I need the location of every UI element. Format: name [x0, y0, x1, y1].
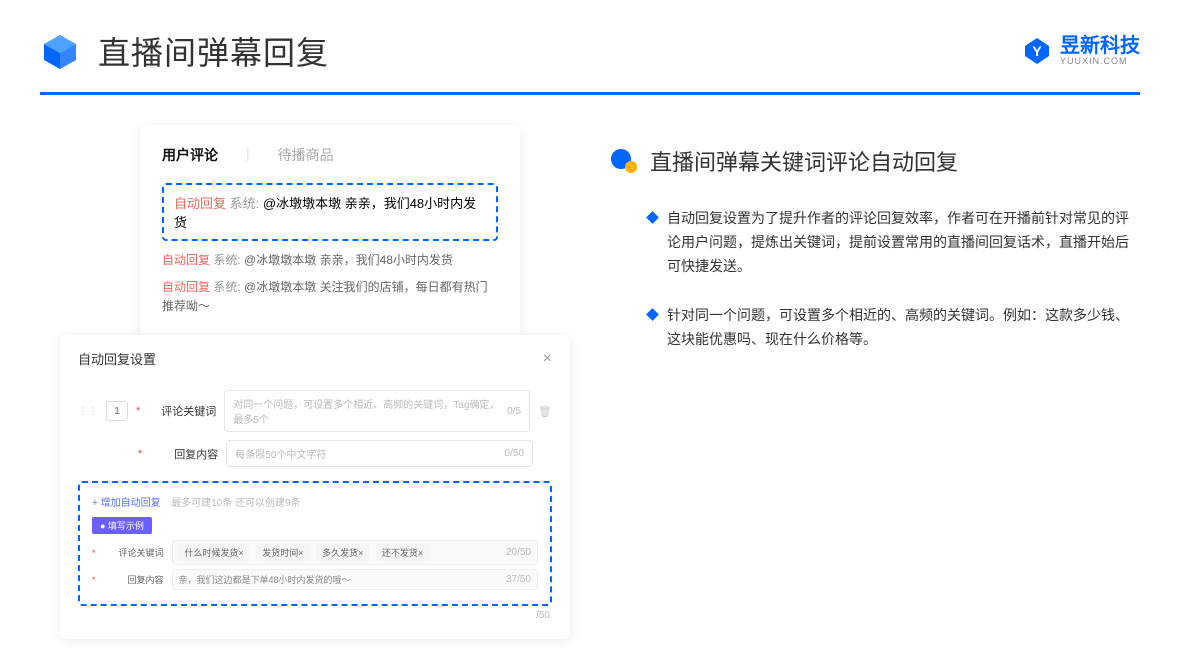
brand-name: 昱新科技	[1060, 35, 1140, 57]
page-title: 直播间弹幕回复	[98, 28, 329, 74]
screenshots-column: 用户评论 | 待播商品 自动回复 系统: @冰墩墩本墩 亲亲，我们48小时内发货…	[60, 125, 570, 445]
comment-item: 自动回复 系统: @冰墩墩本墩 亲亲，我们48小时内发货	[162, 251, 498, 270]
svg-text:Y: Y	[1032, 43, 1042, 59]
reply-count: 0/50	[505, 448, 524, 459]
example-keyword-row: * 评论关键词 什么时候发货× 发货时间× 多久发货× 还不发货× 20/50	[92, 540, 538, 565]
section-title: 直播间弹幕关键词评论自动回复	[650, 145, 958, 177]
header: 直播间弹幕回复 Y 昱新科技 YUUXIN.COM	[0, 0, 1180, 74]
auto-reply-tag: 自动回复	[174, 196, 226, 211]
example-reply-text: 亲，我们这边都是下单48小时内发货的哦～	[179, 573, 351, 586]
example-reply-row: * 回复内容 亲，我们这边都是下单48小时内发货的哦～ 37/50	[92, 569, 538, 590]
bullet-item: 自动回复设置为了提升作者的评论回复效率，作者可在开播前针对常见的评论用户问题，提…	[610, 207, 1140, 278]
description-column: 直播间弹幕关键词评论自动回复 自动回复设置为了提升作者的评论回复效率，作者可在开…	[610, 125, 1140, 445]
keyword-input[interactable]: 对同一个问题，可设置多个相近、高频的关键词，Tag确定，最多5个 0/5	[224, 390, 530, 432]
example-reply-count: 37/50	[506, 574, 531, 585]
keyword-tag[interactable]: 什么时候发货×	[179, 544, 250, 561]
section-header: 直播间弹幕关键词评论自动回复	[610, 145, 1140, 177]
tab-pending-products[interactable]: 待播商品	[278, 145, 334, 165]
input-placeholder: 每条限50个中文字符	[235, 446, 326, 461]
outer-count: /50	[78, 606, 552, 621]
auto-reply-tag: 自动回复	[162, 280, 210, 294]
highlighted-comment: 自动回复 系统: @冰墩墩本墩 亲亲，我们48小时内发货	[162, 183, 498, 241]
bullet-item: 针对同一个问题，可设置多个相近的、高频的关键词。例如：这款多少钱、这块能优惠吗、…	[610, 304, 1140, 352]
required-star: *	[136, 405, 140, 417]
tab-separator: |	[246, 145, 250, 165]
example-keyword-label: 评论关键词	[114, 546, 164, 559]
required-star: *	[138, 448, 142, 460]
input-placeholder: 对同一个问题，可设置多个相近、高频的关键词，Tag确定，最多5个	[233, 396, 507, 426]
example-kw-count: 20/50	[506, 547, 531, 558]
add-auto-reply-link[interactable]: + 增加自动回复	[92, 498, 161, 509]
example-highlight-box: + 增加自动回复 最多可建10条 还可以创建9条 ● 填写示例 * 评论关键词 …	[78, 481, 552, 606]
keyword-tag[interactable]: 多久发货×	[316, 544, 369, 561]
reply-label: 回复内容	[160, 446, 218, 462]
header-left: 直播间弹幕回复	[40, 28, 329, 74]
keyword-tag[interactable]: 还不发货×	[376, 544, 429, 561]
cube-icon	[40, 31, 80, 71]
brand-logo: Y 昱新科技 YUUXIN.COM	[1022, 35, 1140, 67]
drag-handle-icon[interactable]: ⋮⋮	[78, 406, 98, 417]
example-reply-input: 亲，我们这边都是下单48小时内发货的哦～ 37/50	[172, 569, 538, 590]
system-label: 系统:	[230, 196, 260, 211]
delete-icon[interactable]: 🗑	[538, 405, 552, 418]
comments-panel: 用户评论 | 待播商品 自动回复 系统: @冰墩墩本墩 亲亲，我们48小时内发货…	[140, 125, 520, 355]
reply-input[interactable]: 每条限50个中文字符 0/50	[226, 440, 533, 467]
comments-tabs: 用户评论 | 待播商品	[162, 145, 498, 165]
required-star: *	[92, 575, 96, 585]
keyword-tag[interactable]: 发货时间×	[256, 544, 309, 561]
tab-user-comments[interactable]: 用户评论	[162, 145, 218, 165]
system-label: 系统:	[213, 253, 240, 267]
comment-item: 自动回复 系统: @冰墩墩本墩 关注我们的店铺，每日都有热门推荐呦～	[162, 278, 498, 316]
settings-title: 自动回复设置	[78, 349, 156, 368]
system-label: 系统:	[213, 280, 240, 294]
keyword-label: 评论关键词	[158, 403, 216, 419]
add-note: 最多可建10条 还可以创建9条	[171, 498, 300, 509]
example-badge: ● 填写示例	[92, 517, 152, 534]
diamond-bullet-icon	[646, 211, 659, 224]
comment-text: @冰墩墩本墩 关注我们的店铺，每日都有热门推荐呦～	[162, 280, 488, 313]
comment-text: @冰墩墩本墩 亲亲，我们48小时内发货	[244, 253, 453, 267]
example-reply-label: 回复内容	[114, 573, 164, 586]
chat-bubble-icon	[610, 147, 638, 175]
auto-reply-settings-panel: 自动回复设置 × ⋮⋮ 1 * 评论关键词 对同一个问题，可设置多个相近、高频的…	[60, 335, 570, 639]
brand-subtitle: YUUXIN.COM	[1060, 57, 1140, 67]
keyword-count: 0/5	[507, 406, 521, 417]
bullet-text: 自动回复设置为了提升作者的评论回复效率，作者可在开播前针对常见的评论用户问题，提…	[667, 207, 1140, 278]
diamond-bullet-icon	[646, 309, 659, 322]
example-keyword-input: 什么时候发货× 发货时间× 多久发货× 还不发货× 20/50	[172, 540, 538, 565]
required-star: *	[92, 548, 96, 558]
keyword-row: ⋮⋮ 1 * 评论关键词 对同一个问题，可设置多个相近、高频的关键词，Tag确定…	[78, 390, 552, 432]
close-icon[interactable]: ×	[543, 350, 552, 368]
brand-icon: Y	[1022, 36, 1052, 66]
bullet-text: 针对同一个问题，可设置多个相近的、高频的关键词。例如：这款多少钱、这块能优惠吗、…	[667, 304, 1140, 352]
rule-number: 1	[106, 401, 128, 421]
reply-row: * 回复内容 每条限50个中文字符 0/50	[78, 440, 552, 467]
auto-reply-tag: 自动回复	[162, 253, 210, 267]
